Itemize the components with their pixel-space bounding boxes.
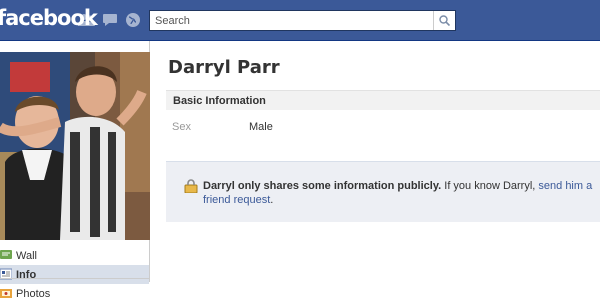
privacy-notice: Darryl only shares some information publ… <box>166 161 600 222</box>
left-column: Wall Info Photos <box>0 41 150 300</box>
profile-name[interactable]: Darryl Parr <box>168 57 280 78</box>
basic-info-header: Basic Information <box>166 90 600 110</box>
messages-icon[interactable] <box>101 11 118 28</box>
lock-icon <box>184 179 198 193</box>
sidebar-item-wall[interactable]: Wall <box>0 246 149 265</box>
magnifier-icon <box>439 15 450 26</box>
notice-text: Darryl only shares some information publ… <box>203 179 598 207</box>
profile-nav: Wall Info Photos <box>0 246 149 303</box>
top-bar: facebook <box>0 0 600 41</box>
search-box <box>149 10 456 31</box>
sidebar-item-photos[interactable]: Photos <box>0 284 149 303</box>
notice-end: . <box>270 194 274 206</box>
section-title: Basic Information <box>173 95 266 107</box>
jewel-bar <box>78 11 141 28</box>
nav-divider <box>0 278 149 279</box>
friend-requests-icon[interactable] <box>78 11 95 28</box>
search-button[interactable] <box>433 11 455 30</box>
sidebar-item-label: Photos <box>16 287 51 300</box>
sidebar-item-info[interactable]: Info <box>0 265 149 284</box>
sex-value: Male <box>249 121 273 133</box>
wall-icon <box>0 250 12 259</box>
sidebar-item-label: Wall <box>16 249 37 262</box>
notice-bold-text: Darryl only shares some information publ… <box>203 180 442 192</box>
photos-icon <box>0 289 12 298</box>
sex-label: Sex <box>172 121 191 133</box>
profile-picture[interactable] <box>0 52 150 240</box>
notifications-globe-icon[interactable] <box>124 11 141 28</box>
search-input[interactable] <box>150 11 433 30</box>
notice-body-text: If you know Darryl, <box>441 180 539 192</box>
